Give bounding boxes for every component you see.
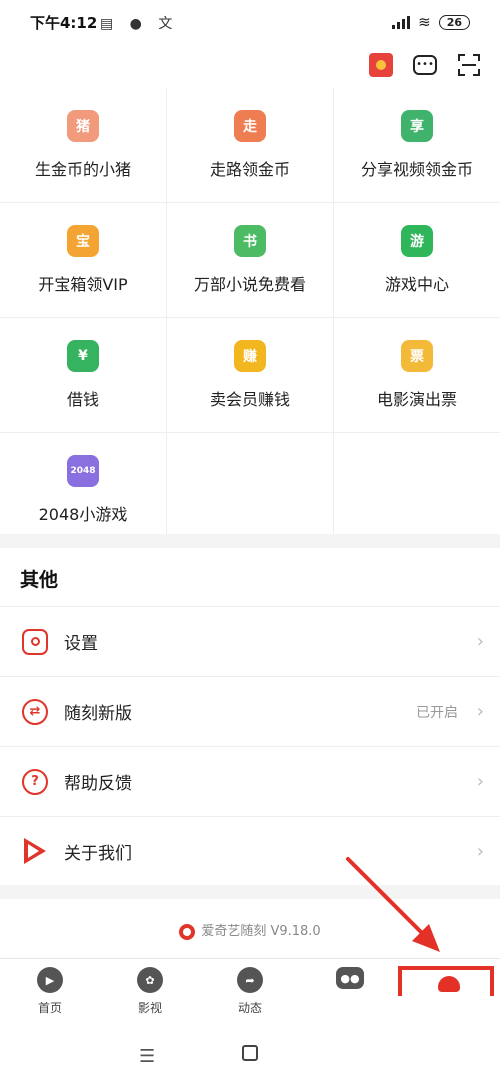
settings-icon — [20, 627, 50, 657]
grid-item[interactable]: 赚卖会员赚钱 — [167, 318, 334, 433]
tab-feed-label: 动态 — [237, 1001, 262, 1015]
game-center-icon: 游 — [401, 225, 433, 257]
services-grid: 猪生金币的小猪走走路领金币享分享视频领金币宝开宝箱领VIP 书万部小说免费看游游戏… — [0, 88, 500, 548]
settings-row[interactable]: 设置 › — [0, 606, 500, 676]
red-packet-button[interactable] — [368, 52, 394, 78]
earn-coin-icon: 赚 — [234, 340, 266, 372]
grid-item-label: 开宝箱领VIP — [38, 275, 128, 294]
play-logo-icon — [20, 836, 50, 866]
grid-item-label: 卖会员赚钱 — [209, 390, 290, 409]
message-button[interactable]: ••• — [412, 52, 438, 78]
message-icon: ••• — [413, 55, 437, 75]
home-square-icon[interactable] — [242, 1045, 258, 1061]
walking-icon: 走 — [234, 110, 266, 142]
grid-item[interactable]: 票电影演出票 — [334, 318, 500, 433]
chevron-right-icon: › — [476, 840, 484, 862]
status-bar: 下午4:12 ▤ ● 文 ≋ 26 — [0, 0, 500, 46]
grid-item[interactable]: 享分享视频领金币 — [334, 88, 500, 203]
section-divider — [0, 534, 500, 548]
others-list: 设置 › ⇄ 随刻新版 已开启 › ? 帮助反馈 › 关于我们 › — [0, 606, 500, 886]
profile-page: 下午4:12 ▤ ● 文 ≋ 26 ••• 猪生金币的小猪走走路领金币享分享视频… — [0, 0, 500, 1084]
game-controller-icon: ●● — [336, 967, 364, 989]
tab-feed[interactable]: ➦ 动态 — [220, 967, 280, 1016]
top-actions: ••• — [368, 52, 482, 78]
money-bag-icon: ¥ — [67, 340, 99, 372]
grid-item-label: 生金币的小猪 — [34, 160, 131, 179]
signal-icon — [392, 15, 411, 29]
grid-item[interactable]: 走走路领金币 — [167, 88, 334, 203]
scan-icon — [458, 54, 480, 76]
tab-films-label: 影视 — [137, 1001, 162, 1015]
iqiyi-logo-icon — [179, 923, 196, 940]
system-nav-bar: ☰ — [0, 1024, 500, 1084]
share-arrow-icon: ➦ — [237, 967, 263, 993]
battery-icon: 26 — [438, 14, 470, 30]
section-title-others: 其他 — [20, 569, 59, 591]
wifi-icon: ≋ — [418, 13, 431, 31]
about-us-label: 关于我们 — [64, 843, 132, 864]
red-packet-icon — [369, 53, 393, 77]
ticket-cat-icon: 票 — [401, 340, 433, 372]
grid-item[interactable]: 猪生金币的小猪 — [0, 88, 167, 203]
grid-item-label: 电影演出票 — [376, 390, 457, 409]
new-version-row[interactable]: ⇄ 随刻新版 已开启 › — [0, 676, 500, 746]
grid-item[interactable]: 宝开宝箱领VIP — [0, 203, 167, 318]
grid-item[interactable]: 游游戏中心 — [334, 203, 500, 318]
chevron-right-icon: › — [476, 771, 484, 792]
annotation-arrow — [346, 857, 440, 952]
tab-games[interactable]: ●● — [320, 967, 380, 989]
status-right: ≋ 26 — [392, 13, 470, 31]
share-video-icon: 享 — [401, 110, 433, 142]
help-feedback-label: 帮助反馈 — [64, 774, 132, 794]
help-feedback-row[interactable]: ? 帮助反馈 › — [0, 746, 500, 816]
switch-arrows-icon: ⇄ — [20, 697, 50, 727]
scan-button[interactable] — [456, 52, 482, 78]
menu-icon[interactable]: ☰ — [139, 1046, 155, 1067]
grid-item-label: 2048小游戏 — [38, 505, 128, 524]
chevron-right-icon: › — [476, 701, 484, 722]
tab-home[interactable]: ▶ 首页 — [20, 967, 80, 1016]
treasure-chest-icon: 宝 — [67, 225, 99, 257]
grid-item-label: 走路领金币 — [209, 160, 290, 179]
home-icon: ▶ — [37, 967, 63, 993]
grid-empty-cell — [167, 433, 334, 548]
game-2048-icon: 2048 — [67, 455, 99, 487]
grid-empty-cell — [334, 433, 500, 548]
grid-item[interactable]: 2048 2048小游戏 — [0, 433, 167, 548]
chevron-right-icon: › — [476, 631, 484, 652]
settings-label: 设置 — [64, 634, 98, 654]
grid-item[interactable]: ¥ 借钱 — [0, 318, 167, 433]
film-reel-icon: ✿ — [137, 967, 163, 993]
new-version-label: 随刻新版 — [64, 704, 132, 724]
grid-item[interactable]: 书万部小说免费看 — [167, 203, 334, 318]
pig-icon: 猪 — [67, 110, 99, 142]
tab-home-label: 首页 — [37, 1001, 62, 1015]
book-icon: 书 — [234, 225, 266, 257]
version-text: 爱奇艺随刻 V9.18.0 — [201, 924, 321, 939]
grid-item-label: 万部小说免费看 — [193, 275, 306, 294]
grid-item-label: 分享视频领金币 — [360, 160, 473, 179]
status-time: 下午4:12 — [30, 14, 98, 32]
notification-icons: ▤ ● 文 — [100, 16, 179, 32]
profile-icon[interactable] — [438, 976, 460, 992]
tab-films[interactable]: ✿ 影视 — [120, 967, 180, 1016]
grid-item-label: 借钱 — [66, 390, 99, 409]
help-icon: ? — [20, 767, 50, 797]
new-version-status: 已开启 — [416, 704, 458, 721]
grid-item-label: 游戏中心 — [384, 275, 449, 294]
